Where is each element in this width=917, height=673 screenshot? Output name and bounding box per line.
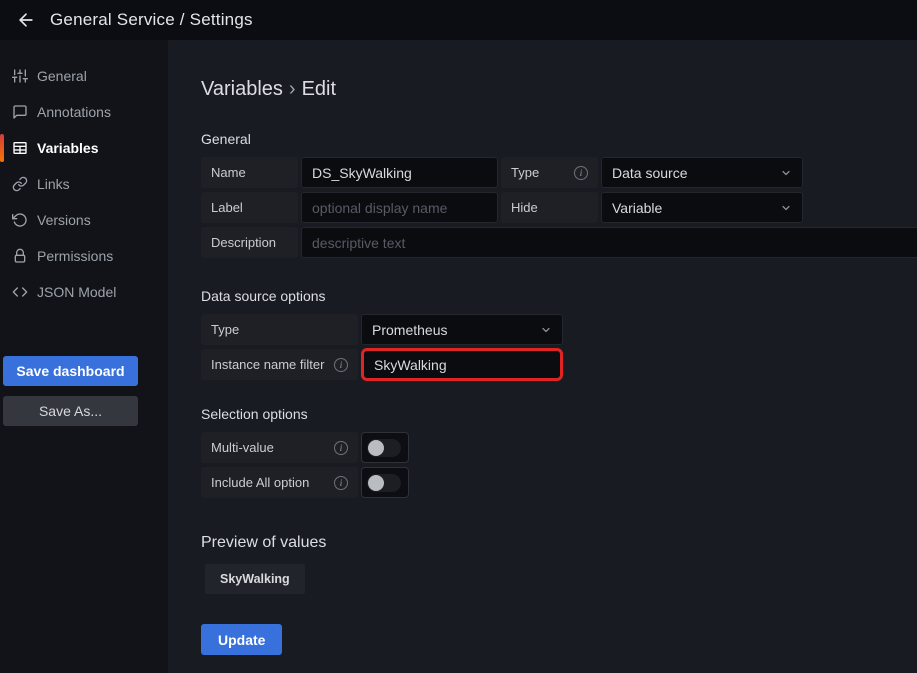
sidebar-item-versions[interactable]: Versions <box>0 202 168 238</box>
sidebar-item-label: General <box>37 68 87 84</box>
general-section-heading: General <box>201 131 917 147</box>
multi-value-label: Multi-value i <box>201 432 358 463</box>
name-type-row: Name Type i Data source <box>201 157 917 188</box>
settings-sidebar: General Annotations Variables Links <box>0 40 168 673</box>
top-navbar: General Service / Settings <box>0 0 917 40</box>
back-button[interactable] <box>10 4 42 36</box>
sidebar-item-permissions[interactable]: Permissions <box>0 238 168 274</box>
toggle-knob <box>368 475 384 491</box>
label-input[interactable] <box>301 192 498 223</box>
label-label: Label <box>201 192 298 223</box>
breadcrumb-separator: › <box>283 78 302 100</box>
description-label: Description <box>201 227 298 258</box>
description-input[interactable] <box>301 227 917 258</box>
datasource-type-row: Type Prometheus <box>201 314 917 345</box>
hide-select[interactable]: Variable <box>601 192 803 223</box>
sidebar-item-label: Permissions <box>37 248 113 264</box>
page-title: Variables›Edit <box>201 78 917 101</box>
name-input[interactable] <box>301 157 498 188</box>
sidebar-item-label: Links <box>37 176 70 192</box>
datasource-options-heading: Data source options <box>201 288 917 304</box>
include-all-row: Include All option i <box>201 467 917 498</box>
toggle-track <box>367 439 401 457</box>
instance-name-filter-label: Instance name filter i <box>201 349 358 380</box>
active-indicator <box>0 134 4 162</box>
chevron-down-icon <box>540 324 552 336</box>
type-label: Type i <box>501 157 598 188</box>
preview-value-chip: SkyWalking <box>205 564 305 594</box>
hide-label: Hide <box>501 192 598 223</box>
update-button[interactable]: Update <box>201 624 282 655</box>
name-label: Name <box>201 157 298 188</box>
sidebar-item-variables[interactable]: Variables <box>0 130 168 166</box>
info-circle-icon[interactable]: i <box>334 358 348 372</box>
label-hide-row: Label Hide Variable <box>201 192 917 223</box>
selection-options-heading: Selection options <box>201 406 917 422</box>
save-dashboard-button[interactable]: Save dashboard <box>3 356 138 386</box>
breadcrumb-page: Edit <box>302 78 336 100</box>
sliders-icon <box>12 68 28 84</box>
arrow-left-icon <box>16 10 36 30</box>
sidebar-item-label: Variables <box>37 140 99 156</box>
toggle-track <box>367 474 401 492</box>
sidebar-item-general[interactable]: General <box>0 58 168 94</box>
sidebar-item-label: Versions <box>37 212 91 228</box>
history-icon <box>12 212 28 228</box>
instance-name-filter-row: Instance name filter i <box>201 349 917 380</box>
info-circle-icon[interactable]: i <box>334 441 348 455</box>
variables-edit-panel: Variables›Edit General Name Type i Data … <box>168 40 917 673</box>
chevron-down-icon <box>780 202 792 214</box>
info-circle-icon[interactable]: i <box>334 476 348 490</box>
code-icon <box>12 284 28 300</box>
multi-value-row: Multi-value i <box>201 432 917 463</box>
sidebar-item-annotations[interactable]: Annotations <box>0 94 168 130</box>
instance-name-filter-input[interactable] <box>361 348 563 381</box>
sidebar-item-label: JSON Model <box>37 284 116 300</box>
link-icon <box>12 176 28 192</box>
datasource-type-label: Type <box>201 314 358 345</box>
annotation-icon <box>12 104 28 120</box>
preview-of-values-heading: Preview of values <box>201 534 917 552</box>
dashboard-settings-title: General Service / Settings <box>50 10 253 30</box>
save-as-button[interactable]: Save As... <box>3 396 138 426</box>
chevron-down-icon <box>780 167 792 179</box>
breadcrumb-section: Variables <box>201 78 283 100</box>
lock-icon <box>12 248 28 264</box>
sidebar-item-links[interactable]: Links <box>0 166 168 202</box>
include-all-toggle[interactable] <box>361 467 409 498</box>
sidebar-item-label: Annotations <box>37 104 111 120</box>
datasource-type-select[interactable]: Prometheus <box>361 314 563 345</box>
variables-grid-icon <box>12 140 28 156</box>
description-row: Description <box>201 227 917 258</box>
toggle-knob <box>368 440 384 456</box>
sidebar-item-json-model[interactable]: JSON Model <box>0 274 168 310</box>
include-all-label: Include All option i <box>201 467 358 498</box>
info-circle-icon[interactable]: i <box>574 166 588 180</box>
multi-value-toggle[interactable] <box>361 432 409 463</box>
type-select[interactable]: Data source <box>601 157 803 188</box>
